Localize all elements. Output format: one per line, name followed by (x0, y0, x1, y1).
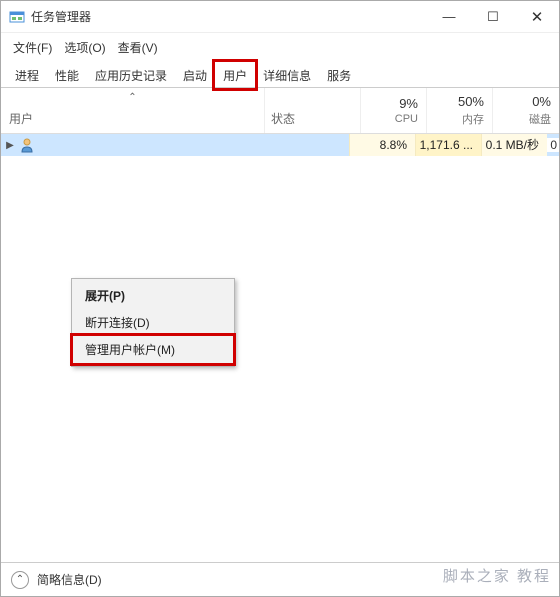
menubar: 文件(F) 选项(O) 查看(V) (1, 33, 559, 64)
column-user-label: 用户 (9, 110, 264, 127)
column-status[interactable]: 状态 (265, 88, 361, 133)
minimize-button[interactable]: — (427, 1, 471, 32)
ctx-manage-account[interactable]: 管理用户帐户(M) (75, 336, 231, 363)
tab-details[interactable]: 详细信息 (255, 64, 319, 87)
mem-cell: 1,171.6 ... (415, 134, 481, 156)
disk-cell: 0.1 MB/秒 (481, 134, 547, 156)
column-headers: ⌃ 用户 状态 9% CPU 50% 内存 0% 磁盘 (1, 88, 559, 134)
window-controls: — ☐ ✕ (427, 1, 559, 32)
close-button[interactable]: ✕ (515, 1, 559, 32)
brief-info-icon[interactable]: ⌃ (11, 571, 29, 589)
cpu-label: CPU (395, 113, 418, 125)
context-menu: 展开(P) 断开连接(D) 管理用户帐户(M) (71, 278, 235, 367)
brief-info-label[interactable]: 简略信息(D) (37, 571, 102, 588)
menu-file[interactable]: 文件(F) (9, 37, 56, 58)
tab-services[interactable]: 服务 (319, 64, 359, 87)
ctx-expand[interactable]: 展开(P) (75, 282, 231, 309)
mem-usage-pct: 50% (458, 94, 484, 109)
window-title: 任务管理器 (31, 8, 427, 25)
maximize-button[interactable]: ☐ (471, 1, 515, 32)
column-disk[interactable]: 0% 磁盘 (493, 88, 559, 133)
tab-startup[interactable]: 启动 (175, 64, 215, 87)
sort-indicator-icon: ⌃ (128, 92, 136, 103)
cpu-usage-pct: 9% (399, 96, 418, 111)
column-status-label: 状态 (271, 110, 295, 127)
users-table-body: ▶ 8.8% 1,171.6 ... 0.1 MB/秒 0 展开(P) 断开连接… (1, 134, 559, 567)
menu-options[interactable]: 选项(O) (60, 37, 109, 58)
column-user[interactable]: ⌃ 用户 (1, 88, 265, 133)
menu-view[interactable]: 查看(V) (114, 37, 162, 58)
extra-cell: 0 (547, 138, 559, 152)
mem-label: 内存 (462, 111, 484, 127)
user-row[interactable]: ▶ 8.8% 1,171.6 ... 0.1 MB/秒 0 (1, 134, 559, 156)
tab-processes[interactable]: 进程 (7, 64, 47, 87)
column-memory[interactable]: 50% 内存 (427, 88, 493, 133)
tab-bar: 进程 性能 应用历史记录 启动 用户 详细信息 服务 (1, 64, 559, 88)
status-cell (253, 134, 349, 156)
tab-performance[interactable]: 性能 (47, 64, 87, 87)
titlebar: 任务管理器 — ☐ ✕ (1, 1, 559, 33)
tab-users[interactable]: 用户 (215, 64, 255, 87)
user-icon (19, 137, 35, 153)
disk-usage-pct: 0% (532, 94, 551, 109)
footer: ⌃ 简略信息(D) (1, 562, 559, 596)
cpu-cell: 8.8% (349, 134, 415, 156)
app-icon (9, 9, 25, 25)
ctx-disconnect[interactable]: 断开连接(D) (75, 309, 231, 336)
disk-label: 磁盘 (529, 111, 551, 127)
column-cpu[interactable]: 9% CPU (361, 88, 427, 133)
expand-icon[interactable]: ▶ (1, 140, 15, 151)
tab-app-history[interactable]: 应用历史记录 (87, 64, 175, 87)
